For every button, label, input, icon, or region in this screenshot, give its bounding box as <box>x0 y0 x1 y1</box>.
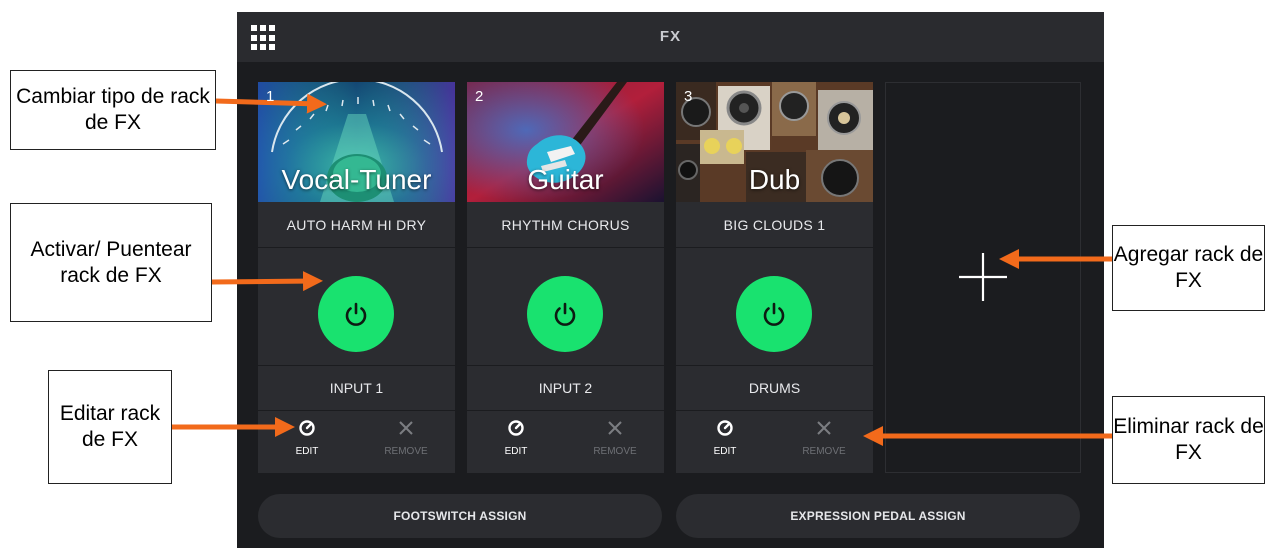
rack-type-name: Dub <box>748 164 801 195</box>
arrow-activate <box>211 271 323 292</box>
rack-number: 3 <box>684 88 693 105</box>
rack-type-name: Guitar <box>527 164 604 195</box>
rack-type-name: Vocal-Tuner <box>281 164 432 195</box>
annotation-arrows <box>172 93 1112 446</box>
rack-number: 1 <box>266 88 275 105</box>
rack-number: 2 <box>475 88 484 105</box>
